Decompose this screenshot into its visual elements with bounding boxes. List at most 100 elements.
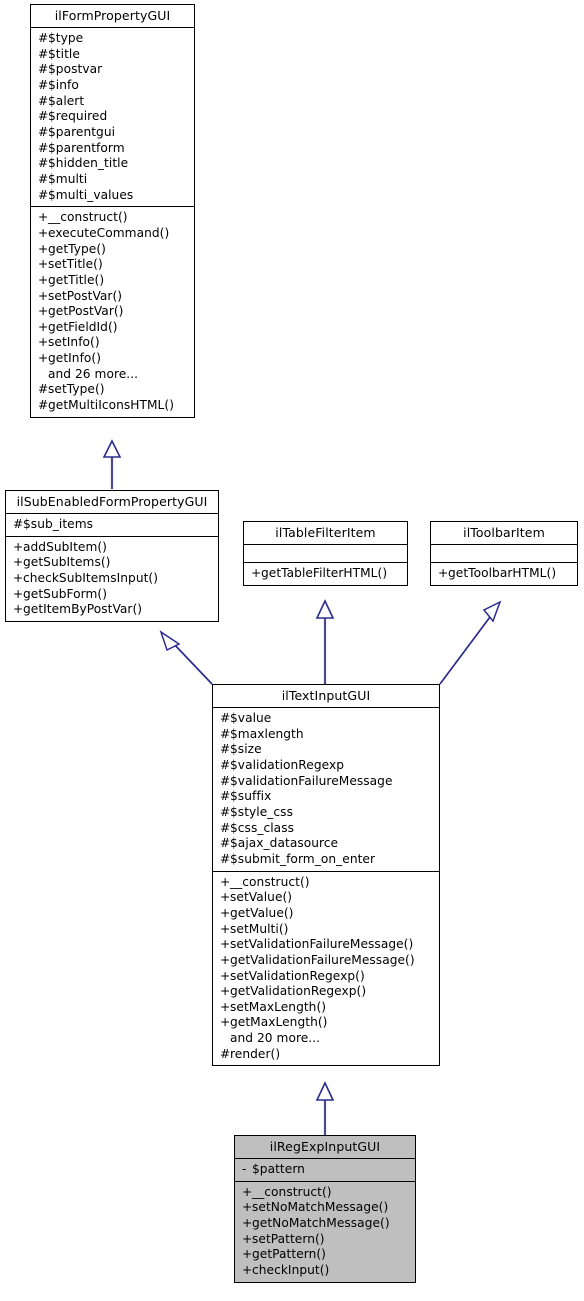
visibility-marker: +	[242, 1262, 253, 1277]
attribute-item: #$alert	[31, 94, 194, 110]
operation-item: +getValidationFailureMessage()	[213, 953, 439, 969]
operation-label: __construct()	[48, 210, 128, 225]
visibility-marker: #	[220, 789, 231, 804]
visibility-marker: +	[242, 1184, 253, 1199]
visibility-marker: +	[220, 874, 231, 889]
visibility-marker: +	[242, 1231, 253, 1246]
operation-item: #render()	[213, 1047, 439, 1063]
visibility-marker: +	[251, 566, 262, 580]
visibility-marker: +	[38, 225, 49, 240]
operation-item: +setMulti()	[213, 922, 439, 938]
operation-label: setMaxLength()	[230, 999, 327, 1014]
operations-compartment: +__construct() +setValue() +getValue() +…	[213, 871, 439, 1066]
visibility-marker: #	[220, 1046, 231, 1061]
operation-item: +__construct()	[213, 875, 439, 891]
visibility-marker: #	[38, 31, 49, 45]
operation-label: getToolbarHTML()	[448, 566, 557, 580]
attribute-item: #$validationFailureMessage	[213, 774, 439, 790]
attribute-label: $parentform	[48, 140, 125, 155]
attributes-compartment-empty	[431, 545, 577, 563]
class-title: ilTextInputGUI	[213, 685, 439, 708]
edge-regexpinput-to-textinput	[315, 1081, 335, 1135]
operation-item: +setNoMatchMessage()	[235, 1200, 415, 1216]
edge-textinput-to-toolbaritem	[439, 600, 502, 685]
operation-item: +getSubForm()	[6, 587, 218, 603]
visibility-marker: #	[220, 851, 231, 866]
attribute-item: #$maxlength	[213, 727, 439, 743]
operations-compartment: +__construct() +setNoMatchMessage() +get…	[235, 1181, 415, 1282]
class-box-ilToolbarItem[interactable]: ilToolbarItem +getToolbarHTML()	[430, 521, 578, 586]
class-box-ilRegExpInputGUI[interactable]: ilRegExpInputGUI - $pattern +__construct(…	[234, 1135, 416, 1283]
operation-item: +getInfo()	[31, 351, 194, 367]
visibility-marker: #	[38, 140, 49, 155]
attribute-label: $css_class	[230, 820, 295, 835]
operation-label: getItemByPostVar()	[23, 602, 143, 617]
operation-label: setPattern()	[252, 1231, 325, 1246]
operation-item: +setValue()	[213, 890, 439, 906]
visibility-marker: +	[38, 257, 49, 272]
visibility-marker: #	[220, 742, 231, 757]
attribute-item: #$type	[31, 31, 194, 47]
operation-label: getMaxLength()	[230, 1015, 328, 1030]
attribute-item: #$hidden_title	[31, 156, 194, 172]
operation-label: setMulti()	[230, 921, 289, 936]
visibility-marker: #	[13, 517, 24, 531]
operation-item: +getTitle()	[31, 273, 194, 289]
operation-item: +getValue()	[213, 906, 439, 922]
class-box-ilFormPropertyGUI[interactable]: ilFormPropertyGUI #$type #$title #$postv…	[30, 4, 195, 418]
visibility-marker: #	[220, 757, 231, 772]
attribute-item: #$info	[31, 78, 194, 94]
operation-item: +getType()	[31, 242, 194, 258]
visibility-marker: +	[38, 210, 49, 225]
operation-item: +getFieldId()	[31, 320, 194, 336]
class-box-ilSubEnabledFormPropertyGUI[interactable]: ilSubEnabledFormPropertyGUI #$sub_items …	[5, 490, 219, 622]
attribute-item: #$title	[31, 47, 194, 63]
visibility-marker: +	[38, 304, 49, 319]
visibility-marker: #	[38, 382, 49, 397]
operation-item: +setTitle()	[31, 257, 194, 273]
visibility-marker: #	[38, 109, 49, 124]
attribute-label: $suffix	[230, 789, 272, 804]
more-label: and 26 more...	[48, 366, 139, 381]
attributes-compartment: #$value #$maxlength #$size #$validationR…	[213, 708, 439, 872]
operation-label: checkInput()	[252, 1262, 330, 1277]
visibility-marker: #	[220, 836, 231, 851]
attribute-item: #$ajax_datasource	[213, 836, 439, 852]
visibility-marker: #	[220, 804, 231, 819]
visibility-marker: +	[13, 586, 24, 601]
edge-subenabled-to-formproperty	[102, 439, 122, 489]
attributes-compartment: - $pattern	[235, 1159, 415, 1182]
operations-compartment: +getTableFilterHTML()	[244, 563, 407, 585]
operation-item: +executeCommand()	[31, 226, 194, 242]
attribute-item: #$multi	[31, 172, 194, 188]
operation-item: +setValidationFailureMessage()	[213, 937, 439, 953]
operations-more-label: and 20 more...	[213, 1031, 439, 1047]
class-box-ilTextInputGUI[interactable]: ilTextInputGUI #$value #$maxlength #$siz…	[212, 684, 440, 1067]
visibility-marker: +	[438, 566, 449, 580]
operation-item: #getMultiIconsHTML()	[31, 398, 194, 414]
attribute-item: #$multi_values	[31, 188, 194, 204]
attribute-item: #$value	[213, 711, 439, 727]
operation-label: setInfo()	[48, 335, 100, 350]
visibility-marker: #	[38, 46, 49, 61]
attribute-item: #$required	[31, 109, 194, 125]
attribute-item: #$style_css	[213, 805, 439, 821]
visibility-marker: +	[220, 984, 231, 999]
visibility-marker: +	[220, 968, 231, 983]
visibility-marker: -	[242, 1162, 247, 1176]
operation-label: getType()	[48, 241, 106, 256]
visibility-marker: +	[220, 999, 231, 1014]
attributes-compartment-empty	[244, 545, 407, 563]
attribute-item: #$sub_items	[6, 517, 218, 533]
visibility-marker: #	[38, 187, 49, 202]
operation-item: +getPostVar()	[31, 304, 194, 320]
operations-compartment: +getToolbarHTML()	[431, 563, 577, 585]
attribute-label: $maxlength	[230, 726, 304, 741]
class-box-ilTableFilterItem[interactable]: ilTableFilterItem +getTableFilterHTML()	[243, 521, 408, 586]
operation-label: setValue()	[230, 890, 293, 905]
attribute-label: $submit_form_on_enter	[230, 851, 376, 866]
operation-label: getValidationRegexp()	[230, 984, 367, 999]
visibility-marker: +	[242, 1200, 253, 1215]
visibility-marker: +	[220, 937, 231, 952]
attribute-label: $alert	[48, 93, 85, 108]
